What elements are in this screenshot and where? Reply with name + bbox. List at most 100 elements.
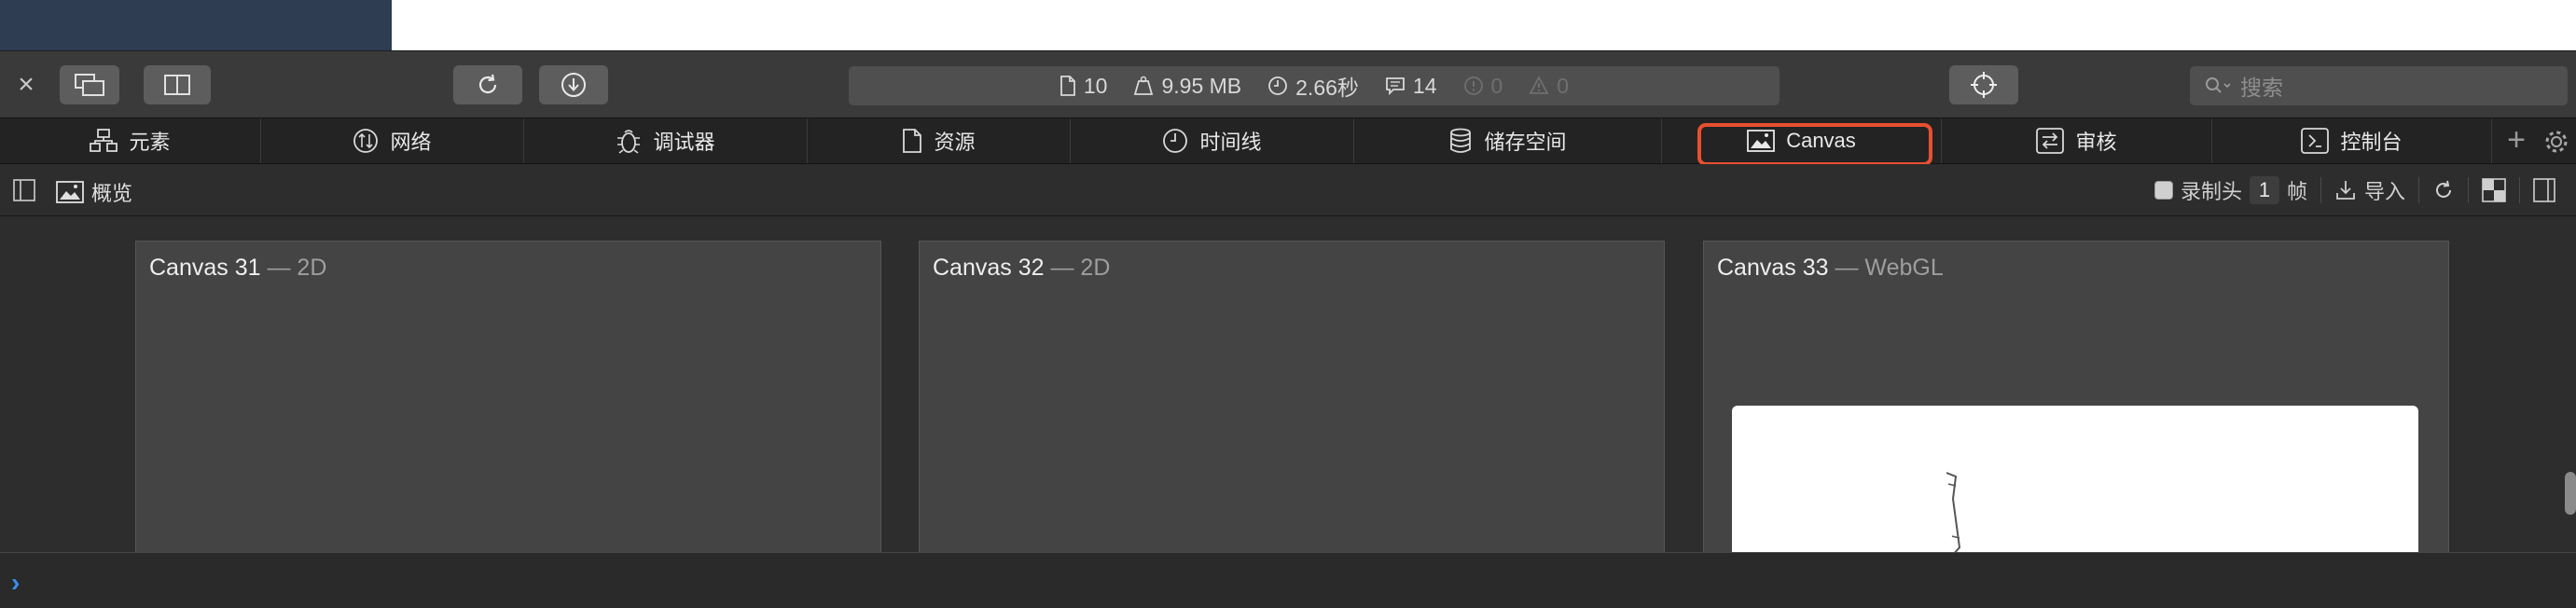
tab-audit-label: 审核 [2075, 131, 2117, 154]
timeline-icon [1162, 128, 1188, 154]
tab-console[interactable]: 控制台 [2212, 118, 2492, 163]
network-icon [353, 128, 379, 154]
undock-button[interactable] [60, 65, 119, 104]
refresh-icon[interactable] [2432, 179, 2455, 201]
close-icon[interactable]: × [13, 71, 39, 99]
log-count-value: 14 [1412, 73, 1437, 98]
dock-side-icon [163, 74, 191, 96]
crosshair-icon [1970, 71, 1998, 99]
tab-debugger[interactable]: 调试器 [524, 118, 808, 163]
transparency-grid-icon[interactable] [2482, 178, 2506, 202]
import-icon [2334, 179, 2357, 201]
tab-elements[interactable]: 元素 [0, 118, 261, 163]
canvas-card-title: Canvas 32 — 2D [933, 255, 1110, 282]
resources-icon [902, 128, 922, 154]
console-icon [2301, 128, 2330, 154]
activity-viewer[interactable]: 10 9.95 MB 2.66秒 14 0 0 [849, 66, 1780, 105]
overview-breadcrumb[interactable]: 概览 [56, 177, 132, 207]
canvas-overview-icon [56, 181, 84, 203]
canvas-name: Canvas 33 [1717, 255, 1829, 281]
canvas-context-type: — 2D [1050, 255, 1111, 281]
audit-icon [2036, 128, 2065, 154]
frame-unit-label: 帧 [2287, 180, 2308, 203]
weight-icon [1133, 76, 1154, 96]
log-count[interactable]: 14 [1385, 74, 1437, 99]
tab-timeline-label: 时间线 [1199, 131, 1262, 154]
overview-label: 概览 [91, 182, 133, 205]
canvas-card[interactable]: Canvas 32 — 2D [919, 241, 1665, 552]
tab-timeline[interactable]: 时间线 [1071, 118, 1354, 163]
reload-icon [475, 72, 501, 98]
elements-icon [90, 129, 118, 153]
tab-network[interactable]: 网络 [261, 118, 524, 163]
tab-resources[interactable]: 资源 [808, 118, 1071, 163]
import-label: 导入 [2364, 180, 2406, 203]
tab-bar: 元素 网络 调试器 资源 时间线 储存空间 Canvas 审核 控制台 + [0, 117, 2576, 164]
download-archive-button[interactable] [539, 65, 608, 104]
canvas-navigation-bar: 概览 录制头 1 帧 导入 [0, 164, 2576, 216]
error-icon [1463, 76, 1484, 96]
inspected-page-strip [0, 0, 2576, 50]
recording-controls: 录制头 1 帧 导入 [2154, 175, 2555, 205]
error-count[interactable]: 0 [1463, 74, 1503, 99]
divider [2320, 177, 2322, 203]
frame-count-input[interactable]: 1 [2250, 176, 2280, 204]
document-icon [1059, 75, 1076, 97]
canvas-card[interactable]: Canvas 31 — 2D [135, 241, 881, 552]
divider [2418, 177, 2420, 203]
warning-icon [1529, 76, 1549, 96]
tab-storage-label: 储存空间 [1484, 131, 1567, 154]
resource-size[interactable]: 9.95 MB [1133, 74, 1241, 99]
resource-count[interactable]: 10 [1059, 73, 1108, 99]
canvas-preview-drawing [1946, 472, 1961, 552]
detach-window-icon [74, 73, 105, 97]
page-header-block [0, 0, 392, 50]
storage-icon [1448, 128, 1473, 154]
resource-size-value: 9.95 MB [1161, 73, 1242, 98]
search-placeholder: 搜索 [2240, 76, 2283, 100]
canvas-card[interactable]: Canvas 33 — WebGL [1703, 241, 2449, 552]
scrollbar-thumb[interactable] [2565, 472, 2576, 515]
canvas-name: Canvas 32 [933, 255, 1045, 281]
search-icon [2205, 76, 2233, 95]
canvas-context-type: — 2D [267, 255, 327, 281]
canvas-name: Canvas 31 [149, 255, 261, 281]
debugger-icon [616, 127, 642, 155]
details-sidebar-icon[interactable] [2533, 178, 2555, 202]
canvas-preview [1732, 406, 2418, 552]
inspector-toolbar: × 10 9.95 MB 2.66秒 14 0 0 搜索 [0, 50, 2576, 117]
resource-count-value: 10 [1083, 73, 1108, 98]
tab-debugger-label: 调试器 [653, 131, 715, 154]
warning-count-value: 0 [1557, 73, 1570, 98]
console-prompt-chevron-icon: › [11, 568, 21, 597]
tab-console-label: 控制台 [2340, 131, 2403, 154]
import-button[interactable]: 导入 [2334, 175, 2405, 205]
clock-icon [1267, 76, 1288, 96]
load-time-value: 2.66秒 [1295, 76, 1359, 100]
canvas-context-type: — WebGL [1835, 255, 1944, 281]
sidebar-toggle-icon[interactable] [13, 179, 35, 201]
search-input[interactable]: 搜索 [2190, 66, 2568, 105]
reload-button[interactable] [453, 65, 522, 104]
message-icon [1385, 76, 1406, 96]
canvas-card-title: Canvas 33 — WebGL [1717, 255, 1944, 282]
record-checkbox[interactable] [2154, 181, 2173, 200]
record-label: 录制头 [2181, 180, 2243, 203]
download-icon [560, 71, 588, 99]
divider [2519, 177, 2521, 203]
tab-elements-label: 元素 [129, 131, 171, 154]
load-time[interactable]: 2.66秒 [1267, 70, 1359, 102]
canvas-tab-highlight [1697, 123, 1932, 166]
canvas-card-title: Canvas 31 — 2D [149, 255, 326, 282]
tab-resources-label: 资源 [934, 131, 976, 154]
add-tab-icon[interactable]: + [2501, 118, 2531, 163]
quick-console[interactable]: › [0, 552, 2576, 608]
canvas-overview-content: Canvas 31 — 2D Canvas 32 — 2D Canvas 33 … [0, 216, 2576, 552]
tab-audit[interactable]: 审核 [1942, 118, 2212, 163]
error-count-value: 0 [1490, 73, 1503, 98]
element-picker-button[interactable] [1949, 65, 2018, 104]
settings-gear-icon[interactable] [2542, 128, 2570, 156]
warning-count[interactable]: 0 [1529, 74, 1569, 99]
tab-storage[interactable]: 储存空间 [1354, 118, 1662, 163]
dock-side-button[interactable] [144, 65, 211, 104]
